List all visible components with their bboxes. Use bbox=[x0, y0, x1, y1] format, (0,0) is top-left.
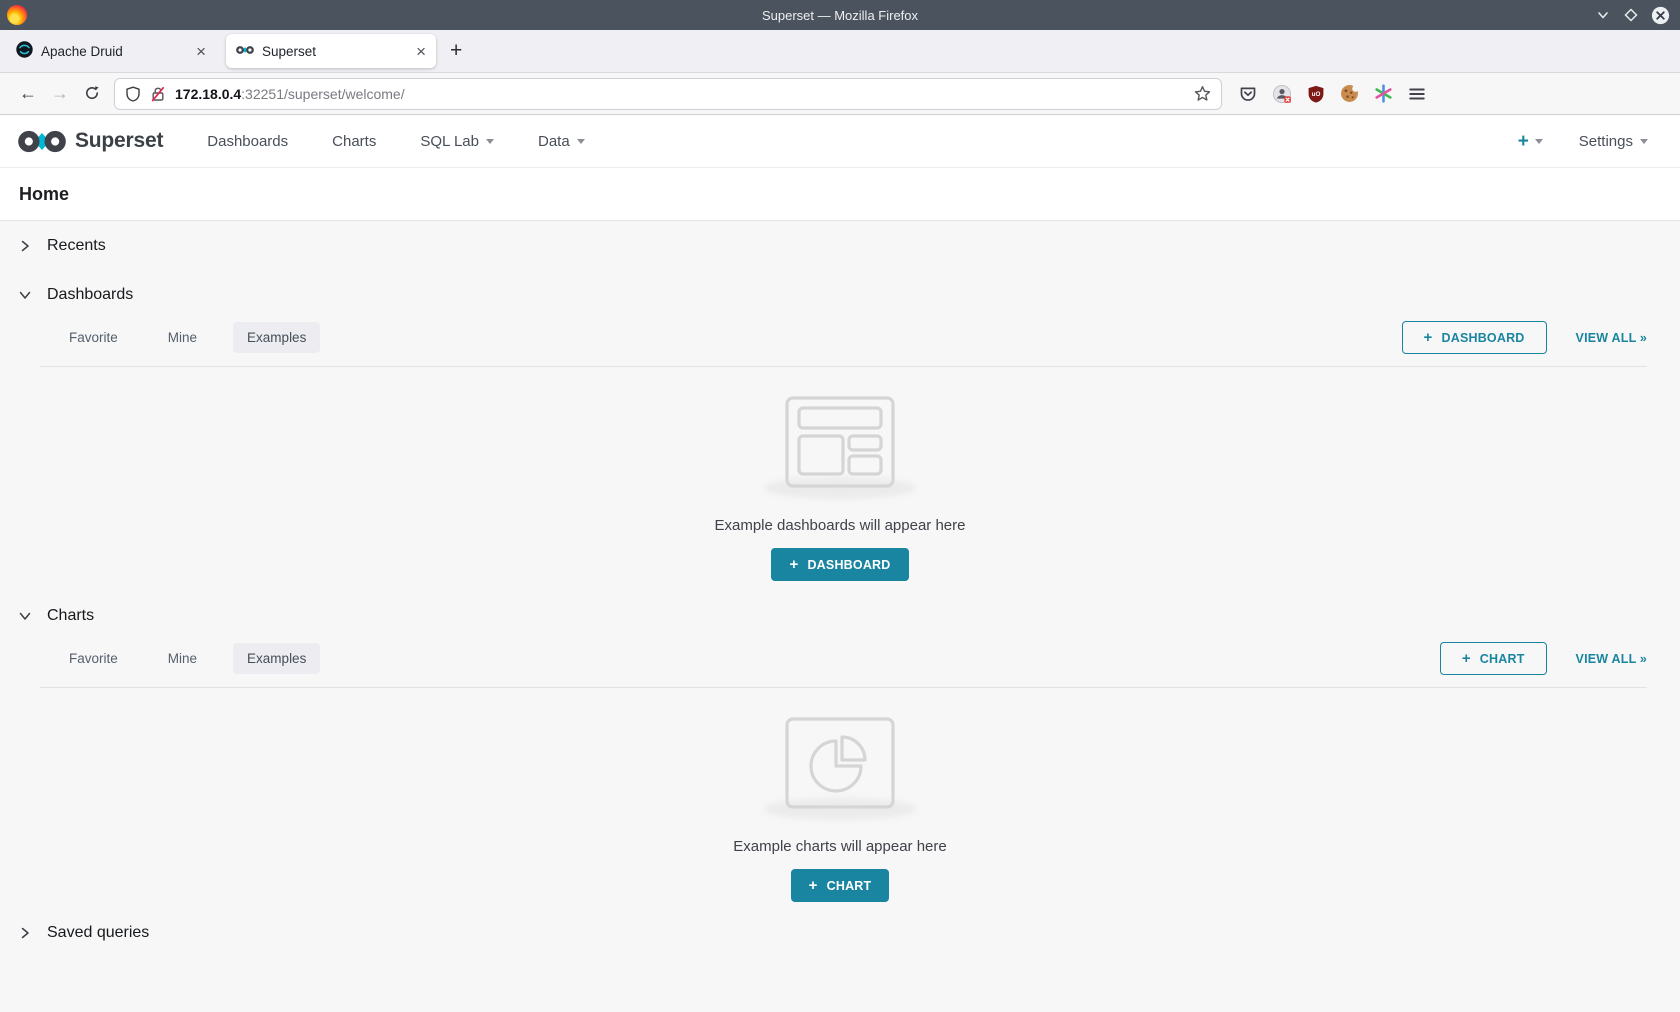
tab-title: Superset bbox=[262, 44, 408, 59]
section-title: Charts bbox=[47, 607, 94, 625]
plus-icon: + bbox=[1518, 132, 1529, 151]
new-tab-button[interactable]: + bbox=[450, 39, 462, 63]
tab-mine[interactable]: Mine bbox=[154, 643, 211, 674]
section-dashboards[interactable]: Dashboards bbox=[0, 270, 1680, 319]
window-titlebar: Superset — Mozilla Firefox bbox=[0, 0, 1680, 30]
nav-item-sql-lab[interactable]: SQL Lab bbox=[420, 133, 494, 150]
empty-state-text: Example charts will appear here bbox=[733, 838, 946, 855]
dashboards-empty-state: Example dashboards will appear here + DA… bbox=[0, 367, 1680, 581]
add-dashboard-button-primary[interactable]: + DASHBOARD bbox=[771, 548, 908, 581]
empty-state-text: Example dashboards will appear here bbox=[715, 517, 966, 534]
reload-button[interactable] bbox=[76, 83, 108, 104]
chevron-right-icon bbox=[18, 926, 32, 940]
section-title: Recents bbox=[47, 237, 106, 255]
settings-menu[interactable]: Settings bbox=[1579, 133, 1648, 150]
chevron-down-icon bbox=[18, 609, 32, 623]
window-title: Superset — Mozilla Firefox bbox=[0, 8, 1680, 23]
nav-item-charts[interactable]: Charts bbox=[332, 133, 376, 150]
new-item-menu[interactable]: + bbox=[1518, 132, 1543, 151]
brand-name: Superset bbox=[75, 129, 163, 153]
druid-favicon bbox=[16, 41, 33, 61]
url-bar[interactable]: 172.18.0.4:32251/superset/welcome/ bbox=[114, 78, 1222, 110]
shield-icon[interactable] bbox=[125, 86, 141, 102]
tab-favorite[interactable]: Favorite bbox=[55, 643, 132, 674]
section-title: Saved queries bbox=[47, 924, 149, 942]
section-recents[interactable]: Recents bbox=[0, 221, 1680, 270]
section-title: Dashboards bbox=[47, 286, 133, 304]
forward-button[interactable]: → bbox=[44, 83, 76, 104]
tab-favorite[interactable]: Favorite bbox=[55, 322, 132, 353]
chevron-down-icon bbox=[1535, 139, 1543, 144]
tab-mine[interactable]: Mine bbox=[154, 322, 211, 353]
back-button[interactable]: ← bbox=[12, 83, 44, 104]
add-dashboard-button[interactable]: + DASHBOARD bbox=[1402, 321, 1547, 354]
window-minimize-button[interactable] bbox=[1595, 7, 1611, 23]
home-content: Recents Dashboards Favorite Mine Example… bbox=[0, 221, 1680, 957]
window-close-button[interactable] bbox=[1651, 6, 1670, 25]
tab-title: Apache Druid bbox=[41, 44, 188, 59]
add-chart-button[interactable]: + CHART bbox=[1440, 642, 1547, 675]
pocket-icon[interactable] bbox=[1239, 85, 1257, 103]
extension-disabled-icon[interactable] bbox=[1272, 84, 1292, 104]
chevron-right-icon bbox=[18, 239, 32, 253]
chevron-down-icon bbox=[486, 139, 494, 144]
section-charts[interactable]: Charts bbox=[0, 591, 1680, 640]
firefox-icon bbox=[7, 5, 27, 25]
ublock-icon[interactable]: uO bbox=[1307, 85, 1325, 103]
url-text: 172.18.0.4:32251/superset/welcome/ bbox=[175, 86, 405, 102]
chevron-down-icon bbox=[1640, 139, 1648, 144]
window-maximize-button[interactable] bbox=[1623, 7, 1639, 23]
tab-examples[interactable]: Examples bbox=[233, 322, 320, 353]
bookmark-star-icon[interactable] bbox=[1194, 85, 1211, 102]
plus-icon: + bbox=[789, 557, 798, 572]
insecure-lock-icon[interactable] bbox=[150, 86, 166, 102]
page-header: Home bbox=[0, 168, 1680, 221]
plus-icon: + bbox=[1462, 651, 1471, 666]
chart-empty-icon bbox=[784, 716, 896, 810]
dashboards-filter-tabs: Favorite Mine Examples bbox=[55, 322, 342, 353]
browser-tab-druid[interactable]: Apache Druid × bbox=[6, 34, 216, 68]
cookie-icon[interactable] bbox=[1340, 84, 1359, 103]
svg-text:uO: uO bbox=[1312, 91, 1321, 98]
charts-empty-state: Example charts will appear here + CHART bbox=[0, 688, 1680, 902]
view-all-charts-link[interactable]: VIEW ALL » bbox=[1576, 652, 1647, 666]
dashboards-subrow: Favorite Mine Examples + DASHBOARD VIEW … bbox=[0, 319, 1680, 354]
tab-close-icon[interactable]: × bbox=[416, 43, 426, 60]
superset-infinity-icon bbox=[18, 128, 66, 155]
dashboard-empty-icon bbox=[784, 395, 896, 489]
chevron-down-icon bbox=[18, 288, 32, 302]
page-title: Home bbox=[19, 184, 69, 205]
nav-item-dashboards[interactable]: Dashboards bbox=[207, 133, 288, 150]
nav-item-data[interactable]: Data bbox=[538, 133, 585, 150]
add-chart-button-primary[interactable]: + CHART bbox=[791, 869, 890, 902]
url-path: :32251/superset/welcome/ bbox=[241, 86, 404, 102]
browser-toolbar: ← → 172.18.0.4:32251/superset/welcome/ u… bbox=[0, 73, 1680, 115]
plus-icon: + bbox=[1424, 330, 1433, 345]
url-host: 172.18.0.4 bbox=[175, 86, 241, 102]
view-all-dashboards-link[interactable]: VIEW ALL » bbox=[1576, 331, 1647, 345]
section-saved-queries[interactable]: Saved queries bbox=[0, 908, 1680, 957]
tab-examples[interactable]: Examples bbox=[233, 643, 320, 674]
superset-favicon bbox=[236, 44, 254, 59]
menu-hamburger-icon[interactable] bbox=[1408, 85, 1426, 103]
superset-navbar: Superset Dashboards Charts SQL Lab Data … bbox=[0, 115, 1680, 168]
charts-subrow: Favorite Mine Examples + CHART VIEW ALL … bbox=[0, 640, 1680, 675]
plus-icon: + bbox=[809, 878, 818, 893]
chevron-down-icon bbox=[577, 139, 585, 144]
superset-logo[interactable]: Superset bbox=[18, 128, 163, 155]
charts-filter-tabs: Favorite Mine Examples bbox=[55, 643, 342, 674]
browser-tab-superset[interactable]: Superset × bbox=[226, 34, 436, 68]
tab-close-icon[interactable]: × bbox=[196, 43, 206, 60]
browser-tab-bar: Apache Druid × Superset × + bbox=[0, 30, 1680, 73]
privacy-asterisk-icon[interactable] bbox=[1374, 84, 1393, 103]
